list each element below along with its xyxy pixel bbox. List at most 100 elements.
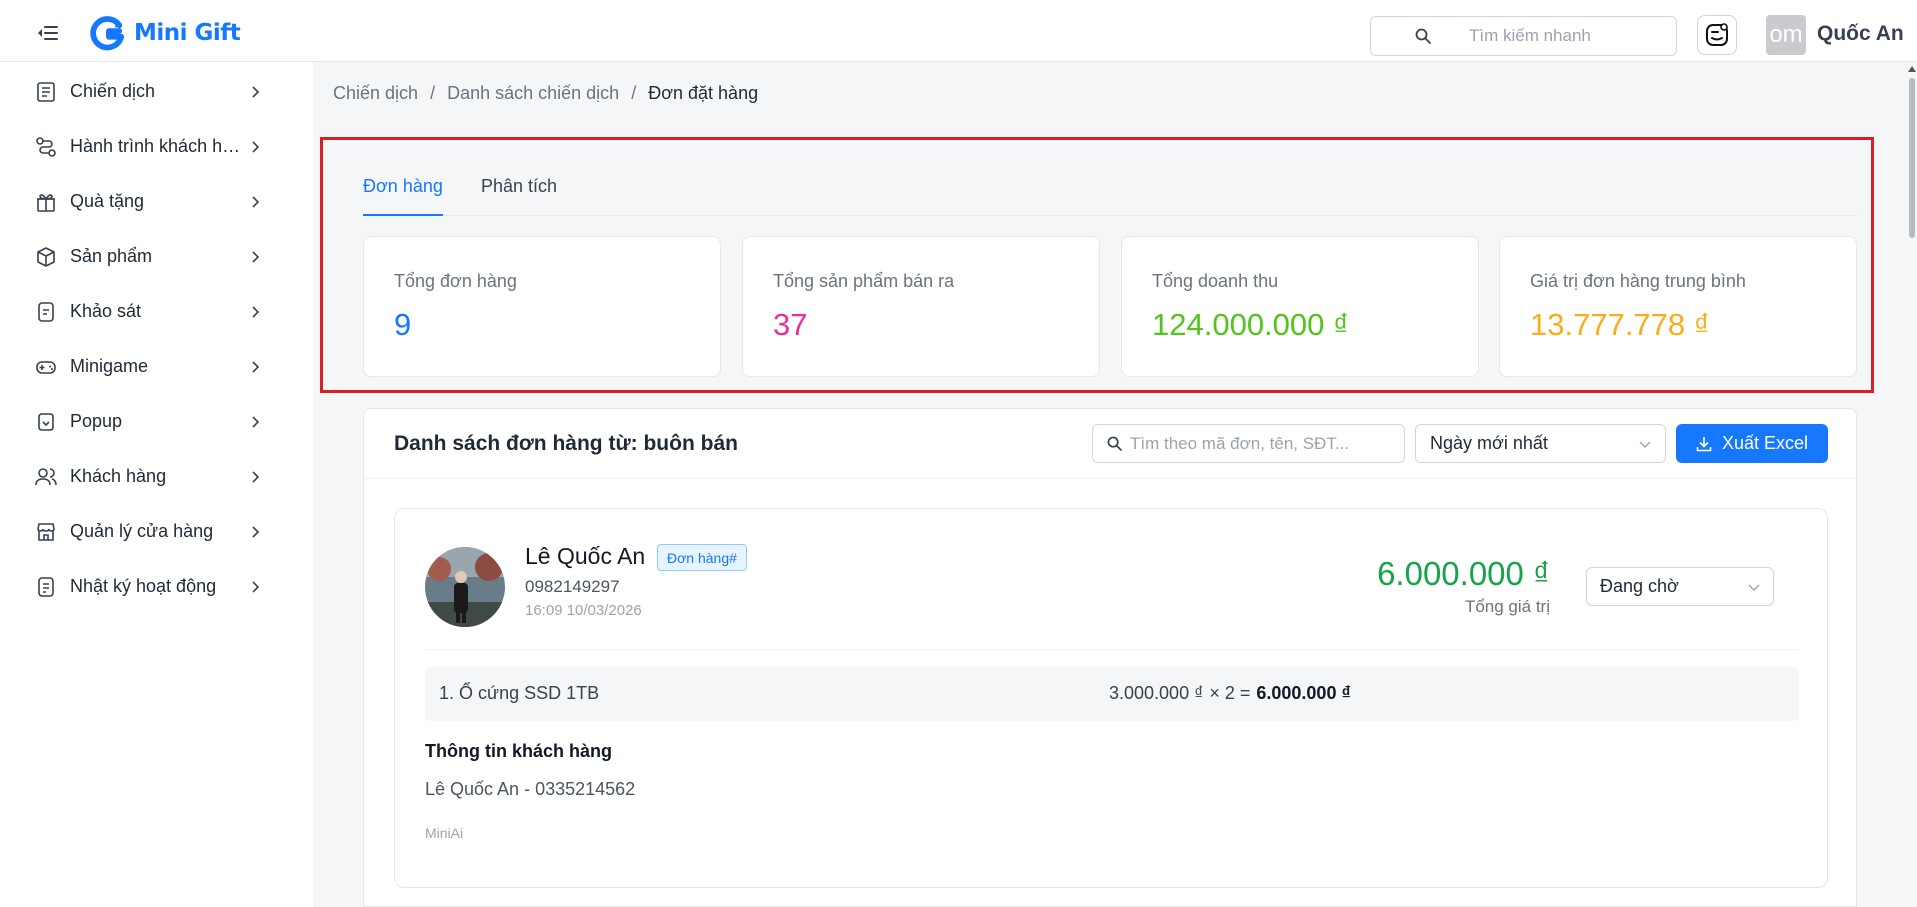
breadcrumb-campaign-list[interactable]: Danh sách chiến dịch (447, 83, 619, 104)
sidebar-item-label: Popup (70, 411, 123, 431)
divider (425, 649, 1799, 650)
box-icon (37, 246, 55, 267)
campaign-icon (37, 81, 55, 102)
chevron-right-icon (252, 195, 260, 208)
sidebar-item-gift[interactable]: Quà tặng (0, 174, 313, 229)
tab-analytics[interactable]: Phân tích (481, 176, 557, 216)
item-qty: × 2 = (1209, 683, 1251, 703)
customer-phone: 0982149297 (525, 577, 620, 596)
stat-card-products-sold: Tổng sản phẩm bán ra 37 (742, 236, 1100, 377)
gift-icon (37, 193, 55, 212)
tabs: Đơn hàng Phân tích (363, 176, 1857, 216)
order-card: Lê Quốc An Đơn hàng# 0982149297 16:09 10… (394, 508, 1828, 888)
app-name: Mini Gift (134, 20, 241, 46)
chevron-right-icon (252, 415, 260, 428)
breadcrumb-separator: / (631, 83, 637, 103)
popup-icon (38, 412, 54, 431)
quick-search-input[interactable] (1469, 26, 1669, 46)
sidebar-item-minigame[interactable]: Minigame (0, 339, 313, 394)
sidebar-item-activity-log[interactable]: Nhật ký hoạt động (0, 559, 313, 614)
journey-icon (36, 136, 56, 157)
chevron-down-icon (1748, 584, 1760, 591)
order-badge: Đơn hàng# (657, 544, 747, 571)
sidebar-item-label: Chiến dịch (70, 81, 156, 101)
order-status-value: Đang chờ (1600, 576, 1679, 596)
orders-header: Danh sách đơn hàng từ: buôn bán Ngày mới… (364, 409, 1858, 479)
stat-label: Giá trị đơn hàng trung bình (1530, 271, 1746, 291)
order-search[interactable] (1092, 424, 1405, 463)
orders-title: Danh sách đơn hàng từ: buôn bán (394, 432, 738, 455)
sidebar-item-campaign[interactable]: Chiến dịch (0, 64, 313, 119)
item-subtotal: 6.000.000 ₫ (1256, 683, 1351, 703)
sidebar-item-label: Minigame (70, 356, 149, 376)
sidebar-item-label: Nhật ký hoạt động (70, 576, 217, 596)
scroll-up-arrow-icon[interactable] (1908, 66, 1916, 72)
sidebar-item-survey[interactable]: Khảo sát (0, 284, 313, 339)
scrollbar[interactable] (1907, 62, 1917, 907)
export-label: Xuất Excel (1721, 433, 1809, 453)
breadcrumb-campaign[interactable]: Chiến dịch (333, 83, 418, 104)
user-avatar[interactable]: om (1766, 15, 1806, 55)
sidebar-item-label: Sản phẩm (70, 246, 153, 266)
export-excel-button[interactable]: Xuất Excel (1676, 424, 1828, 463)
menu-toggle-icon[interactable] (38, 26, 60, 40)
chevron-right-icon (252, 85, 260, 98)
quick-search[interactable] (1370, 16, 1677, 56)
download-icon (1696, 436, 1712, 451)
sidebar-item-journey[interactable]: Hành trình khách hàng (0, 119, 313, 174)
customer-info-line: Lê Quốc An - 0335214562 (425, 779, 636, 799)
order-source: MiniAi (425, 825, 464, 841)
orders-panel: Danh sách đơn hàng từ: buôn bán Ngày mới… (363, 408, 1858, 907)
order-status-select[interactable]: Đang chờ (1586, 567, 1774, 606)
item-calc: 3.000.000 ₫ × 2 = 6.000.000 ₫ (1109, 683, 1351, 704)
users-icon (35, 467, 57, 485)
item-name: 1. Ổ cứng SSD 1TB (439, 683, 600, 703)
chevron-right-icon (252, 140, 260, 153)
scrollbar-thumb[interactable] (1909, 78, 1915, 238)
sidebar-item-label: Quản lý cửa hàng (70, 521, 214, 541)
stat-label: Tổng sản phẩm bán ra (773, 271, 955, 291)
store-icon (37, 522, 55, 541)
search-icon (1415, 28, 1431, 44)
stat-label: Tổng doanh thu (1152, 271, 1279, 291)
stat-label: Tổng đơn hàng (394, 271, 517, 291)
breadcrumb: Chiến dịch / Danh sách chiến dịch / Đơn … (333, 83, 758, 104)
tab-orders[interactable]: Đơn hàng (363, 176, 443, 216)
customer-info-title: Thông tin khách hàng (425, 741, 612, 761)
sidebar-item-label: Hành trình khách hàng (70, 136, 242, 156)
gamepad-icon (36, 360, 56, 374)
breadcrumb-current: Đơn đặt hàng (648, 83, 759, 103)
order-time: 16:09 10/03/2026 (525, 602, 642, 619)
sidebar-item-popup[interactable]: Popup (0, 394, 313, 449)
chevron-right-icon (252, 470, 260, 483)
chevron-right-icon (252, 305, 260, 318)
sidebar-item-label: Quà tặng (70, 191, 145, 211)
logo-icon (90, 16, 125, 51)
sidebar-item-label: Khảo sát (70, 301, 142, 321)
app-logo[interactable]: Mini Gift (88, 14, 241, 52)
chevron-down-icon (1639, 441, 1651, 448)
sidebar-item-product[interactable]: Sản phẩm (0, 229, 313, 284)
order-search-input[interactable] (1130, 433, 1400, 454)
item-price: 3.000.000 ₫ (1109, 683, 1204, 703)
stat-card-average-order: Giá trị đơn hàng trung bình 13.777.778 ₫ (1499, 236, 1857, 377)
sort-select[interactable]: Ngày mới nhất (1415, 424, 1666, 463)
search-icon (1107, 436, 1122, 451)
log-icon (38, 576, 54, 597)
top-header: Mini Gift om Quốc An (0, 0, 1917, 62)
sidebar-item-customers[interactable]: Khách hàng (0, 449, 313, 504)
stat-value: 13.777.778 ₫ (1530, 307, 1710, 342)
customer-avatar (425, 547, 505, 627)
sort-value: Ngày mới nhất (1430, 433, 1548, 453)
chevron-right-icon (252, 250, 260, 263)
assistant-button[interactable] (1697, 15, 1737, 55)
order-total-label: Tổng giá trị (1464, 597, 1550, 616)
stat-card-total-orders: Tổng đơn hàng 9 (363, 236, 721, 377)
sidebar-item-store[interactable]: Quản lý cửa hàng (0, 504, 313, 559)
sidebar: Chiến dịch Hành trình khách hàng Quà tặn… (0, 62, 313, 907)
chevron-right-icon (252, 360, 260, 373)
order-total: 6.000.000 ₫ (1377, 555, 1550, 592)
chevron-right-icon (252, 525, 260, 538)
sidebar-item-label: Khách hàng (70, 466, 167, 486)
user-name[interactable]: Quốc An (1817, 22, 1904, 46)
